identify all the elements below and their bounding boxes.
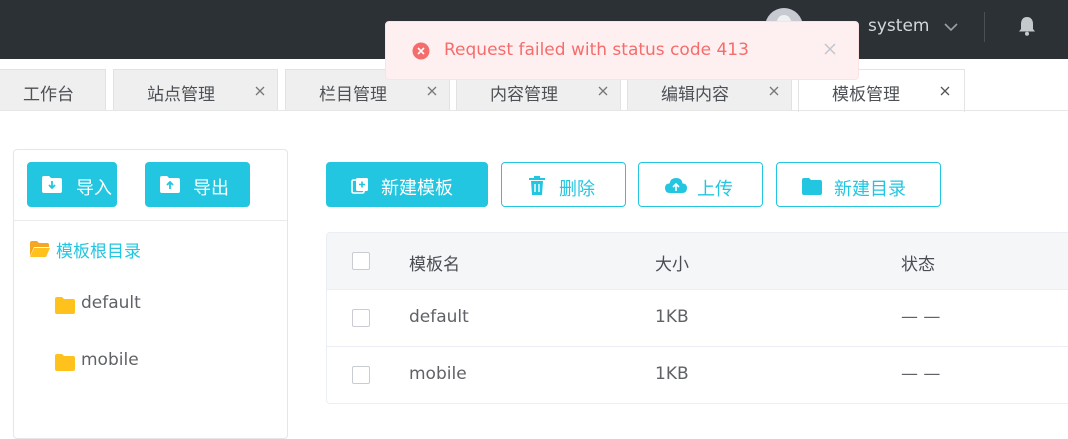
template-table: 模板名 大小 状态 default 1KB — — mobile 1KB — — (326, 232, 1068, 404)
export-label: 导出 (193, 178, 229, 199)
table-row[interactable]: mobile 1KB — — (327, 347, 1068, 403)
tree-item-label: mobile (81, 350, 139, 370)
tab-label: 内容管理 (490, 85, 558, 105)
new-template-button[interactable]: 新建模板 (326, 162, 488, 207)
folder-export-icon (160, 176, 180, 193)
cell-status: — — (901, 364, 941, 384)
folder-icon (55, 354, 75, 371)
folder-import-icon (42, 176, 62, 193)
panel-divider (14, 220, 287, 221)
error-toast: Request failed with status code 413 (385, 21, 859, 80)
navbar-divider (984, 12, 985, 42)
close-icon[interactable] (939, 85, 951, 97)
delete-button[interactable]: 删除 (501, 162, 626, 207)
new-directory-label: 新建目录 (834, 179, 906, 200)
tab-label: 站点管理 (147, 85, 215, 105)
close-icon[interactable] (254, 85, 266, 97)
trash-icon (529, 176, 545, 195)
cell-size: 1KB (655, 307, 689, 327)
table-header: 模板名 大小 状态 (327, 233, 1068, 290)
cell-status: — — (901, 307, 941, 327)
tree-root-label: 模板根目录 (56, 242, 141, 262)
error-circle-icon (412, 42, 430, 60)
tree-root[interactable]: 模板根目录 (30, 235, 170, 265)
cloud-upload-icon (665, 178, 687, 193)
tab-label: 工作台 (23, 85, 74, 105)
tab-label: 模板管理 (832, 85, 900, 105)
folder-open-icon (30, 241, 50, 257)
upload-label: 上传 (697, 179, 733, 200)
close-icon[interactable] (597, 85, 609, 97)
toast-message: Request failed with status code 413 (444, 40, 749, 60)
row-checkbox[interactable] (352, 309, 370, 327)
cell-name: default (409, 307, 469, 327)
tree-item-label: default (81, 293, 141, 313)
tab-workbench[interactable]: 工作台 (0, 69, 106, 111)
close-icon[interactable] (426, 85, 438, 97)
import-label: 导入 (76, 178, 112, 199)
upload-button[interactable]: 上传 (638, 162, 763, 207)
bell-icon[interactable] (1016, 15, 1038, 37)
delete-label: 删除 (559, 179, 595, 200)
new-directory-button[interactable]: 新建目录 (776, 162, 941, 207)
export-button[interactable]: 导出 (145, 162, 250, 207)
tab-label: 编辑内容 (661, 85, 729, 105)
cell-name: mobile (409, 364, 467, 384)
select-all-checkbox[interactable] (352, 252, 370, 270)
import-button[interactable]: 导入 (27, 162, 117, 207)
tree-item-default[interactable]: default (55, 291, 175, 321)
column-header-size[interactable]: 大小 (655, 250, 689, 275)
directory-panel: 导入 导出 模板根目录 default mobile (13, 149, 288, 439)
tabs-underline (0, 110, 1068, 111)
new-template-label: 新建模板 (381, 178, 453, 199)
close-icon[interactable] (768, 85, 780, 97)
username-label[interactable]: system (868, 16, 929, 36)
tree-item-mobile[interactable]: mobile (55, 348, 175, 378)
column-header-name[interactable]: 模板名 (409, 250, 460, 275)
column-header-status[interactable]: 状态 (901, 250, 935, 275)
tab-site-management[interactable]: 站点管理 (113, 69, 278, 111)
tab-label: 栏目管理 (319, 85, 387, 105)
cell-size: 1KB (655, 364, 689, 384)
chevron-down-icon[interactable] (942, 18, 960, 36)
row-checkbox[interactable] (352, 366, 370, 384)
table-row[interactable]: default 1KB — — (327, 290, 1068, 347)
folder-icon (802, 178, 822, 195)
close-icon[interactable] (823, 42, 837, 56)
folder-icon (55, 297, 75, 314)
file-add-icon (351, 178, 368, 194)
